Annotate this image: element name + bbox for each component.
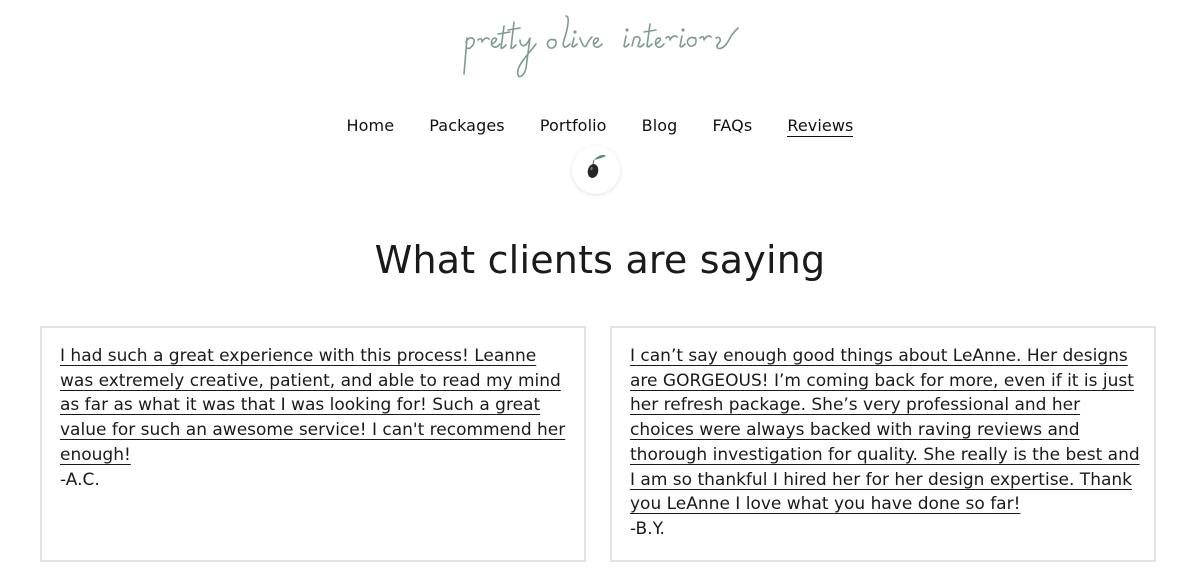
olive-badge bbox=[572, 146, 620, 194]
logo-script-icon bbox=[463, 15, 739, 78]
page-title: What clients are saying bbox=[374, 238, 826, 282]
nav-portfolio[interactable]: Portfolio bbox=[540, 116, 607, 136]
nav-reviews[interactable]: Reviews bbox=[787, 116, 854, 137]
review-text[interactable]: I can’t say enough good things about LeA… bbox=[630, 346, 1140, 514]
nav-home[interactable]: Home bbox=[347, 116, 395, 136]
main-nav: Home Packages Portfolio Blog FAQs Review… bbox=[0, 116, 1200, 137]
review-card: I had such a great experience with this … bbox=[40, 326, 586, 562]
nav-blog[interactable]: Blog bbox=[642, 116, 678, 136]
review-author: -B.Y. bbox=[630, 518, 665, 539]
review-author: -A.C. bbox=[60, 469, 100, 490]
logo[interactable] bbox=[460, 8, 740, 88]
review-quote: I had such a great experience with this … bbox=[60, 344, 572, 492]
nav-packages[interactable]: Packages bbox=[429, 116, 504, 136]
nav-faqs[interactable]: FAQs bbox=[713, 116, 753, 136]
page: Home Packages Portfolio Blog FAQs Review… bbox=[0, 0, 1200, 579]
review-quote: I can’t say enough good things about LeA… bbox=[630, 344, 1142, 542]
olive-icon bbox=[587, 155, 606, 178]
review-text[interactable]: I had such a great experience with this … bbox=[60, 346, 565, 465]
review-card: I can’t say enough good things about LeA… bbox=[610, 326, 1156, 562]
